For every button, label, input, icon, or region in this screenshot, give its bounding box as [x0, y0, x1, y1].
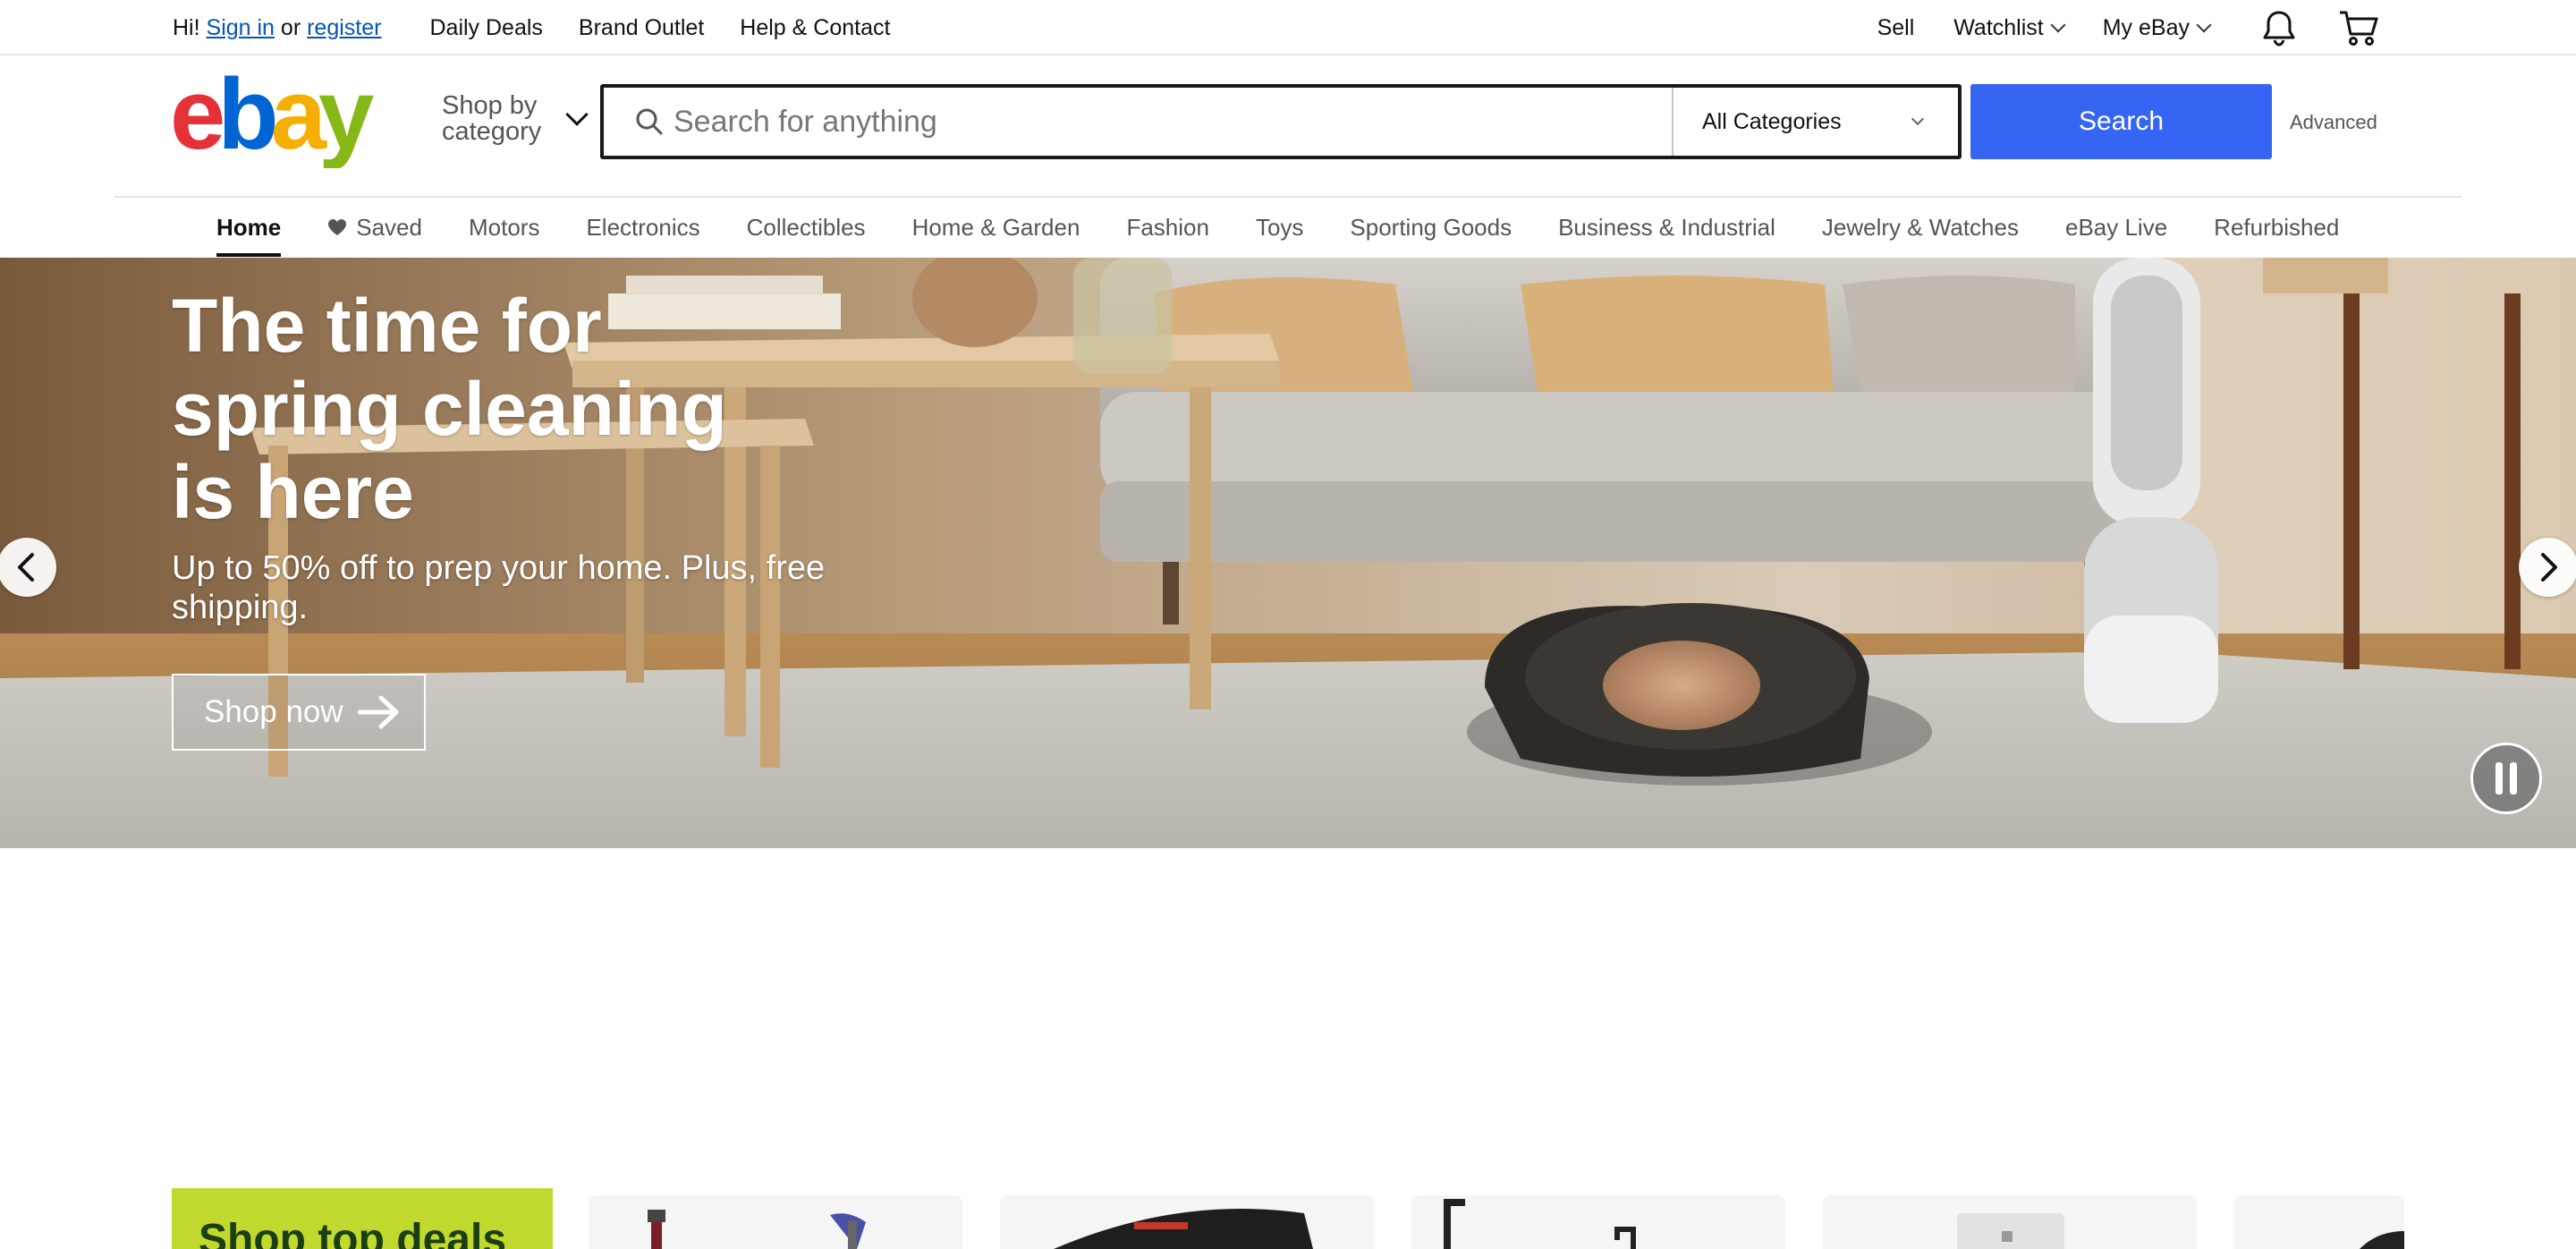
- daily-deals-link[interactable]: Daily Deals: [429, 15, 542, 41]
- nav-item-ebay-live[interactable]: eBay Live: [2065, 198, 2167, 257]
- deal-product-image: [648, 1210, 866, 1249]
- bell-icon: [2263, 11, 2295, 47]
- shop-top-deals-banner[interactable]: Shop top deals: [172, 1188, 553, 1249]
- deal-product-image: [2360, 1231, 2404, 1249]
- nav-item-refurbished[interactable]: Refurbished: [2214, 198, 2339, 257]
- watchlist-label: Watchlist: [1953, 14, 2044, 40]
- top-utility-bar: Hi! Sign in or register Daily Deals Bran…: [0, 0, 2576, 55]
- deal-tile[interactable]: [589, 1195, 962, 1249]
- brand-outlet-link[interactable]: Brand Outlet: [579, 15, 704, 41]
- nav-item-jewelry-watches[interactable]: Jewelry & Watches: [1822, 198, 2019, 257]
- category-select[interactable]: All Categories: [1672, 88, 1958, 156]
- chevron-left-icon: [18, 553, 34, 582]
- nav-item-collectibles[interactable]: Collectibles: [747, 198, 866, 257]
- my-ebay-label: My eBay: [2102, 14, 2190, 40]
- notifications-button[interactable]: [2261, 9, 2297, 47]
- nav-item-home-garden[interactable]: Home & Garden: [912, 198, 1080, 257]
- sell-link[interactable]: Sell: [1877, 15, 1915, 41]
- nav-item-toys[interactable]: Toys: [1256, 198, 1303, 257]
- ebay-logo[interactable]: ebay: [170, 75, 385, 168]
- shop-now-label: Shop now: [204, 694, 343, 729]
- category-selected-value: All Categories: [1702, 108, 1842, 134]
- nav-item-saved[interactable]: Saved: [327, 198, 422, 257]
- advanced-search-link[interactable]: Advanced: [2290, 111, 2377, 134]
- cart-icon: [2340, 11, 2378, 46]
- deal-tile[interactable]: [1000, 1195, 1374, 1249]
- deal-product-image: [1957, 1213, 2064, 1249]
- search-button[interactable]: Search: [1970, 84, 2272, 159]
- carousel-prev-button[interactable]: [0, 538, 56, 597]
- svg-text:ebay: ebay: [170, 75, 374, 168]
- chevron-down-icon: [2050, 17, 2066, 33]
- shop-top-deals-label: Shop top deals: [199, 1216, 507, 1249]
- greeting-text: Hi!: [173, 14, 200, 40]
- top-left-links: Hi! Sign in or register Daily Deals Bran…: [173, 0, 890, 55]
- sign-in-link[interactable]: Sign in: [207, 15, 275, 41]
- chevron-right-icon: [2541, 553, 2557, 582]
- shop-by-category-label: Shop by category: [442, 91, 542, 146]
- hero-subtext: Up to 50% off to prep your home. Plus, f…: [172, 549, 826, 626]
- nav-item-sporting-goods[interactable]: Sporting Goods: [1350, 198, 1512, 257]
- deal-tile[interactable]: [1823, 1195, 2197, 1249]
- carousel-next-button[interactable]: [2519, 538, 2576, 597]
- nav-item-electronics[interactable]: Electronics: [586, 198, 699, 257]
- pause-icon: [2496, 762, 2517, 794]
- category-nav: Home Saved Motors Electronics Collectibl…: [114, 196, 2462, 257]
- main-header: ebay Shop by category All Categories Sea…: [0, 55, 2576, 197]
- carousel-pause-button[interactable]: [2470, 743, 2542, 814]
- deal-tile[interactable]: [2234, 1195, 2404, 1249]
- chevron-down-icon: [565, 103, 589, 126]
- deals-row: Shop top deals: [0, 1163, 2576, 1249]
- nav-item-motors[interactable]: Motors: [469, 198, 539, 257]
- nav-item-business-industrial[interactable]: Business & Industrial: [1558, 198, 1775, 257]
- hero-headline: The time for spring cleaning is here: [172, 284, 727, 534]
- top-right-links: Sell Watchlist My eBay: [1838, 0, 2379, 55]
- nav-item-saved-label: Saved: [356, 213, 422, 241]
- watchlist-dropdown[interactable]: Watchlist: [1953, 14, 2066, 41]
- nav-item-home[interactable]: Home: [216, 198, 282, 257]
- heart-icon: [328, 219, 347, 235]
- nav-item-fashion[interactable]: Fashion: [1126, 198, 1209, 257]
- search-input[interactable]: [674, 90, 1672, 153]
- register-link[interactable]: register: [307, 15, 381, 41]
- chevron-down-icon: [1911, 112, 1925, 126]
- shop-now-button[interactable]: Shop now: [172, 674, 426, 751]
- cart-button[interactable]: [2338, 9, 2379, 47]
- help-contact-link[interactable]: Help & Contact: [740, 15, 890, 41]
- deal-product-image: [1444, 1199, 1636, 1249]
- my-ebay-dropdown[interactable]: My eBay: [2102, 14, 2212, 41]
- deal-product-image: [1054, 1209, 1313, 1249]
- deal-tile[interactable]: [1411, 1195, 1785, 1249]
- hero-banner[interactable]: The time for spring cleaning is here Up …: [0, 258, 2576, 848]
- shop-by-category-button[interactable]: Shop by category: [442, 91, 589, 146]
- search-icon: [636, 108, 663, 135]
- or-text: or: [280, 14, 301, 40]
- arrow-right-icon: [357, 695, 399, 729]
- search-bar: All Categories: [600, 84, 1962, 159]
- chevron-down-icon: [2196, 17, 2212, 33]
